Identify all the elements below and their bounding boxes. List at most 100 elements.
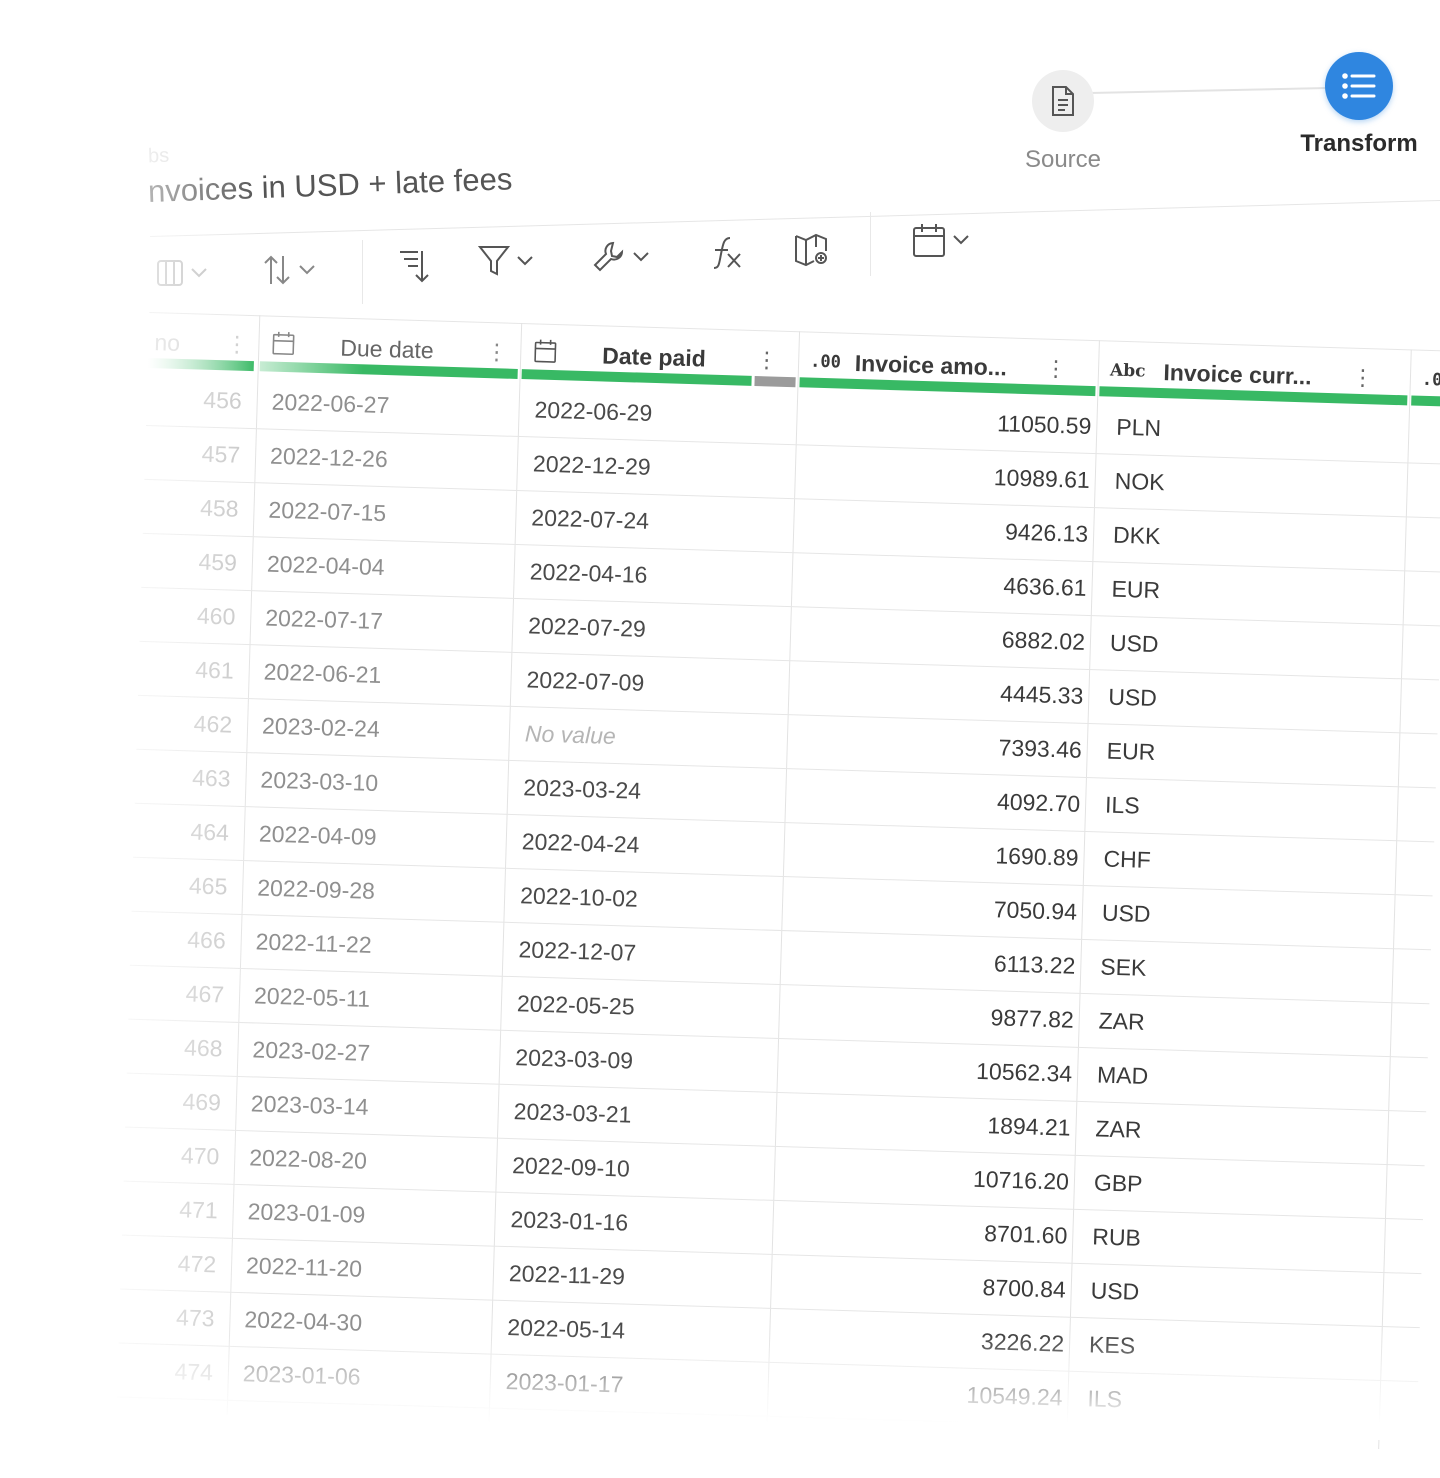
due-date-cell[interactable]: 2022-04-09 <box>258 807 377 863</box>
row-index: 458 <box>199 494 239 522</box>
invoice-currency-cell[interactable]: NOK <box>1114 455 1165 509</box>
tab-label[interactable]: bs <box>148 145 170 169</box>
formula-button[interactable] <box>708 234 746 272</box>
sort-descending-button[interactable] <box>398 248 432 284</box>
due-date-cell[interactable]: 2023-01-06 <box>242 1347 361 1403</box>
invoice-amount-cell[interactable]: 6882.02 <box>799 607 1085 668</box>
due-date-cell[interactable]: 2022-09-28 <box>257 861 376 917</box>
invoice-amount-cell[interactable]: 10716.20 <box>783 1147 1070 1208</box>
due-date-cell[interactable]: 2023-03-14 <box>250 1077 369 1133</box>
invoice-amount-cell[interactable]: 8701.60 <box>782 1201 1068 1262</box>
invoice-currency-cell[interactable]: ILS <box>1104 779 1140 833</box>
due-date-cell[interactable]: 2022-06-21 <box>263 646 382 702</box>
date-paid-cell[interactable]: 2022-12-07 <box>518 923 637 979</box>
date-paid-cell[interactable]: 2022-06-29 <box>534 383 653 439</box>
due-date-cell[interactable]: 2022-07-17 <box>265 592 384 648</box>
step-source[interactable]: Source <box>1000 70 1126 174</box>
invoice-currency-cell[interactable]: PLN <box>1116 401 1162 455</box>
invoice-amount-cell[interactable]: 6113.22 <box>790 931 1076 992</box>
invoice-currency-cell[interactable]: USD <box>1109 617 1159 671</box>
column-menu-icon[interactable]: ⋮ <box>226 331 249 358</box>
due-date-cell[interactable]: 2022-07-15 <box>268 484 387 540</box>
invoice-amount-cell[interactable]: 8700.84 <box>780 1255 1066 1316</box>
due-date-cell[interactable]: 2022-05-11 <box>253 969 371 1025</box>
date-paid-cell[interactable]: 2022-07-09 <box>526 653 645 709</box>
due-date-cell[interactable]: 2023-03-10 <box>260 754 379 810</box>
date-paid-cell[interactable]: 2022-09-10 <box>511 1139 630 1195</box>
invoice-amount-cell[interactable]: 10989.61 <box>804 446 1090 507</box>
date-button[interactable] <box>912 222 970 258</box>
date-paid-cell[interactable]: 2023-03-21 <box>513 1085 632 1141</box>
column-header-date-paid-label: Date paid <box>601 341 707 372</box>
invoice-amount-cell[interactable]: 10549.24 <box>777 1363 1063 1424</box>
invoice-amount-cell[interactable]: 1894.21 <box>785 1093 1071 1154</box>
column-menu-icon[interactable]: ⋮ <box>485 339 508 366</box>
date-paid-cell[interactable]: 2022-05-25 <box>516 977 635 1033</box>
filter-button[interactable] <box>478 244 534 278</box>
invoice-currency-cell[interactable]: KES <box>1088 1318 1136 1372</box>
column-menu-icon[interactable]: ⋮ <box>1351 365 1374 392</box>
columns-button[interactable] <box>156 258 208 288</box>
date-paid-cell[interactable]: 2022-07-29 <box>527 599 646 655</box>
invoice-amount-cell[interactable]: 4636.61 <box>801 553 1087 614</box>
invoice-amount-cell[interactable]: 11050.59 <box>806 392 1092 453</box>
invoice-currency-cell[interactable]: ZAR <box>1098 994 1146 1048</box>
date-paid-cell[interactable]: 2022-05-14 <box>507 1301 626 1357</box>
step-transform[interactable]: Transform <box>1280 52 1438 158</box>
tools-button[interactable] <box>592 240 650 274</box>
invoice-amount-cell[interactable]: 9877.82 <box>788 985 1074 1046</box>
invoice-amount-cell[interactable]: 7050.94 <box>791 877 1077 938</box>
date-paid-cell[interactable]: 2022-04-24 <box>521 815 640 871</box>
invoice-currency-cell[interactable]: CHF <box>1103 833 1152 887</box>
due-date-cell[interactable]: 2022-11-20 <box>245 1239 363 1295</box>
invoice-amount-cell[interactable]: 10562.34 <box>786 1039 1073 1100</box>
due-date-cell[interactable]: 2022-06-27 <box>271 376 390 432</box>
column-menu-icon[interactable]: ⋮ <box>1045 356 1068 383</box>
invoice-amount-cell[interactable]: 4445.33 <box>798 661 1084 722</box>
date-paid-cell[interactable]: 2022-11-29 <box>508 1247 626 1303</box>
due-date-cell[interactable]: 2022-04-04 <box>266 538 385 594</box>
due-date-cell[interactable]: 2023-02-24 <box>261 700 380 756</box>
invoice-currency-cell[interactable]: USD <box>1101 887 1151 941</box>
invoice-currency-cell[interactable]: EUR <box>1111 563 1161 617</box>
invoice-currency-cell[interactable]: USD <box>1090 1264 1140 1318</box>
invoice-amount-cell[interactable]: 9426.13 <box>803 499 1089 560</box>
date-paid-cell[interactable]: 2022-07-24 <box>531 491 650 547</box>
date-paid-cell[interactable]: 2022-12-29 <box>532 437 651 493</box>
date-paid-cell[interactable]: 2022-10-02 <box>519 869 638 925</box>
invoice-amount-cell[interactable]: 7393.46 <box>796 715 1082 776</box>
due-date-cell[interactable]: 2023-01-09 <box>247 1185 366 1241</box>
invoice-amount-cell[interactable]: 1690.89 <box>793 823 1079 884</box>
row-index: 457 <box>201 440 241 468</box>
date-paid-cell[interactable]: No value <box>524 707 617 763</box>
invoice-currency-cell[interactable]: SEK <box>1100 941 1148 995</box>
due-date-cell[interactable]: 2022-12-26 <box>269 430 388 486</box>
sort-icon <box>262 254 292 286</box>
invoice-currency-cell[interactable]: DKK <box>1112 509 1161 563</box>
due-date-cell[interactable]: 2023-02-27 <box>252 1023 371 1079</box>
sort-button[interactable] <box>262 254 316 286</box>
map-button[interactable] <box>794 230 832 268</box>
date-paid-cell[interactable]: 2023-01-16 <box>510 1193 629 1249</box>
invoice-currency-cell[interactable]: ILS <box>1087 1372 1123 1426</box>
row-index: 463 <box>191 764 231 792</box>
due-date-cell[interactable]: 2022-04-30 <box>244 1293 363 1349</box>
date-paid-cell[interactable]: 2023-03-09 <box>515 1031 634 1087</box>
column-header-invoice-currency-label: Invoice curr... <box>1163 358 1313 389</box>
due-date-cell[interactable]: 2022-08-20 <box>249 1131 368 1187</box>
data-table: no ⋮ Due date ⋮ Date paid ⋮ .00 Invoice … <box>116 290 1440 1478</box>
invoice-amount-cell[interactable]: 3226.22 <box>778 1309 1065 1370</box>
invoice-currency-cell[interactable]: ZAR <box>1095 1102 1143 1156</box>
invoice-currency-cell[interactable]: USD <box>1108 671 1158 725</box>
invoice-currency-cell[interactable]: EUR <box>1106 725 1156 779</box>
due-date-cell[interactable]: 2022-11-22 <box>255 915 372 971</box>
sort-descending-icon <box>398 248 432 284</box>
date-paid-cell[interactable]: 2023-03-24 <box>523 761 642 817</box>
invoice-currency-cell[interactable]: GBP <box>1093 1156 1143 1210</box>
column-menu-icon[interactable]: ⋮ <box>755 347 778 374</box>
invoice-currency-cell[interactable]: MAD <box>1096 1048 1149 1102</box>
date-paid-cell[interactable]: 2023-01-17 <box>505 1355 624 1411</box>
invoice-currency-cell[interactable]: RUB <box>1092 1210 1142 1264</box>
invoice-amount-cell[interactable]: 4092.70 <box>794 769 1081 830</box>
date-paid-cell[interactable]: 2022-04-16 <box>529 545 648 601</box>
